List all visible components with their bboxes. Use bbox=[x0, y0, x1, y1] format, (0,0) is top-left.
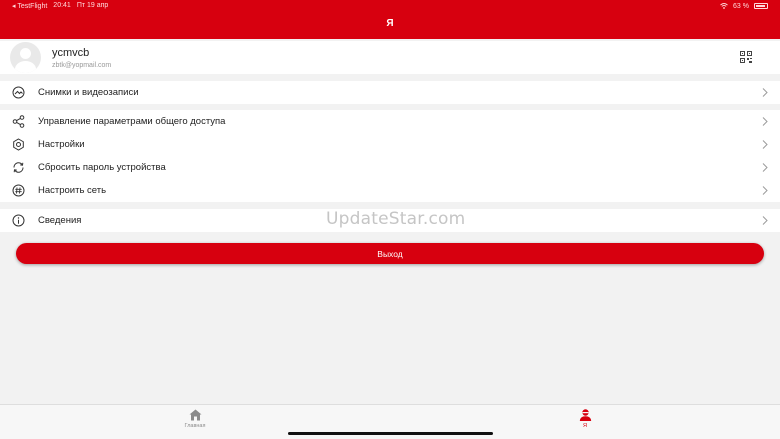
tab-home[interactable]: Главная bbox=[175, 409, 215, 429]
tab-me[interactable]: Я bbox=[565, 409, 605, 429]
status-bar: ◂ TestFlight 20:41 Пт 19 апр 63 % bbox=[0, 0, 780, 12]
hashtag-icon bbox=[12, 184, 25, 197]
chevron-right-icon bbox=[762, 216, 768, 225]
tab-me-label: Я bbox=[583, 423, 587, 429]
status-time: 20:41 bbox=[53, 2, 71, 9]
menu-group-media: Снимки и видеозаписи bbox=[0, 81, 780, 104]
home-icon bbox=[189, 409, 201, 421]
menu-item-label: Снимки и видеозаписи bbox=[38, 87, 139, 98]
battery-percent: 63 % bbox=[733, 2, 749, 10]
home-indicator bbox=[288, 432, 493, 435]
chevron-right-icon bbox=[762, 163, 768, 172]
user-icon bbox=[579, 409, 591, 421]
menu-item-label: Сведения bbox=[38, 215, 82, 226]
menu-item-reset-password[interactable]: Сбросить пароль устройства bbox=[0, 156, 780, 179]
settings-icon bbox=[13, 138, 24, 151]
info-icon bbox=[12, 214, 25, 227]
chevron-right-icon bbox=[762, 140, 768, 149]
refresh-icon bbox=[13, 162, 24, 173]
profile-card[interactable]: ycmvcb zbtk@yopmail.com bbox=[0, 41, 780, 74]
share-icon bbox=[12, 115, 25, 128]
page-title: Я bbox=[386, 18, 394, 29]
qr-code-icon[interactable] bbox=[740, 51, 752, 63]
media-icon bbox=[12, 86, 25, 99]
status-date: Пт 19 апр bbox=[76, 2, 109, 9]
battery-icon bbox=[754, 3, 768, 9]
logout-button[interactable]: Выход bbox=[16, 243, 764, 264]
watermark: UpdateStar.com bbox=[326, 209, 466, 229]
wifi-icon bbox=[720, 3, 728, 9]
profile-email: zbtk@yopmail.com bbox=[52, 61, 112, 69]
status-carrier[interactable]: ◂ TestFlight bbox=[12, 2, 47, 10]
menu-item-settings[interactable]: Настройки bbox=[0, 133, 780, 156]
tab-home-label: Главная bbox=[184, 423, 206, 429]
chevron-right-icon bbox=[762, 117, 768, 126]
menu-item-sharing[interactable]: Управление параметрами общего доступа bbox=[0, 110, 780, 133]
menu-item-media[interactable]: Снимки и видеозаписи bbox=[0, 81, 780, 104]
menu-item-label: Настройки bbox=[38, 139, 85, 150]
menu-item-label: Управление параметрами общего доступа bbox=[38, 116, 226, 127]
avatar[interactable] bbox=[10, 42, 41, 73]
chevron-right-icon bbox=[762, 88, 768, 97]
chevron-right-icon bbox=[762, 186, 768, 195]
profile-name: ycmvcb bbox=[52, 46, 90, 59]
menu-item-label: Настроить сеть bbox=[38, 185, 107, 196]
app-header: ◂ TestFlight 20:41 Пт 19 апр 63 % Я bbox=[0, 0, 780, 39]
menu-item-network[interactable]: Настроить сеть bbox=[0, 179, 780, 202]
menu-group-main: Управление параметрами общего доступа На… bbox=[0, 110, 780, 202]
menu-item-label: Сбросить пароль устройства bbox=[38, 162, 166, 173]
